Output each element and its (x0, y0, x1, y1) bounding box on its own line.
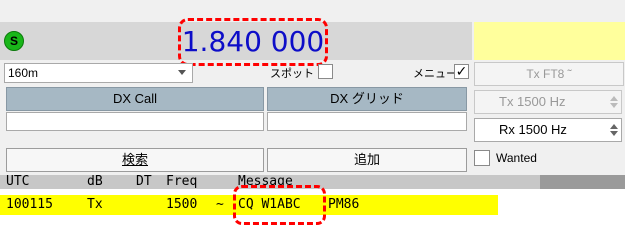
row-utc: 100115 (6, 197, 53, 212)
search-button[interactable]: 検索 (6, 148, 264, 172)
spin-arrows-icon[interactable] (608, 122, 619, 138)
tx-frequency-spinbox[interactable]: Tx 1500 Hz (474, 90, 622, 114)
wanted-label: Wanted (496, 151, 537, 165)
add-button[interactable]: 追加 (267, 148, 467, 172)
row-db: Tx (87, 197, 103, 212)
decode-table-header-filler (540, 175, 625, 189)
band-select-value: 160m (8, 66, 39, 80)
tx-frequency-value: Tx 1500 Hz (499, 94, 566, 109)
wanted-checkbox[interactable] (474, 150, 490, 166)
chevron-down-icon[interactable] (178, 70, 186, 75)
row-message-grid: PM86 (328, 197, 360, 212)
column-header-utc: UTC (6, 174, 30, 189)
rx-frequency-value: Rx 1500 Hz (499, 122, 567, 137)
qso-info-panel (474, 22, 625, 60)
column-header-freq: Freq (166, 174, 198, 189)
dx-grid-field[interactable] (267, 112, 467, 131)
status-led: S (4, 31, 24, 51)
band-select[interactable]: 160m (4, 63, 193, 83)
menu-label: メニュー (413, 68, 457, 80)
check-icon: ✓ (455, 63, 468, 79)
column-header-db: dB (87, 174, 103, 189)
dx-call-button[interactable]: DX Call (6, 87, 264, 111)
message-highlight-box (233, 185, 326, 225)
tx-mode-button[interactable]: Tx FT8 ˜ (474, 62, 624, 86)
column-header-dt: DT (136, 174, 152, 189)
frequency-highlight-box (178, 18, 328, 66)
spin-arrows-icon[interactable] (608, 94, 619, 110)
row-freq: 1500 (166, 197, 198, 212)
row-separator: ~ (216, 197, 224, 212)
dx-grid-button[interactable]: DX グリッド (267, 87, 467, 111)
spot-label: スポット (270, 68, 314, 80)
rx-frequency-spinbox[interactable]: Rx 1500 Hz (474, 118, 622, 142)
dx-call-field[interactable] (6, 112, 264, 131)
menu-checkbox[interactable]: ✓ (454, 64, 469, 79)
spot-checkbox[interactable] (318, 64, 333, 79)
